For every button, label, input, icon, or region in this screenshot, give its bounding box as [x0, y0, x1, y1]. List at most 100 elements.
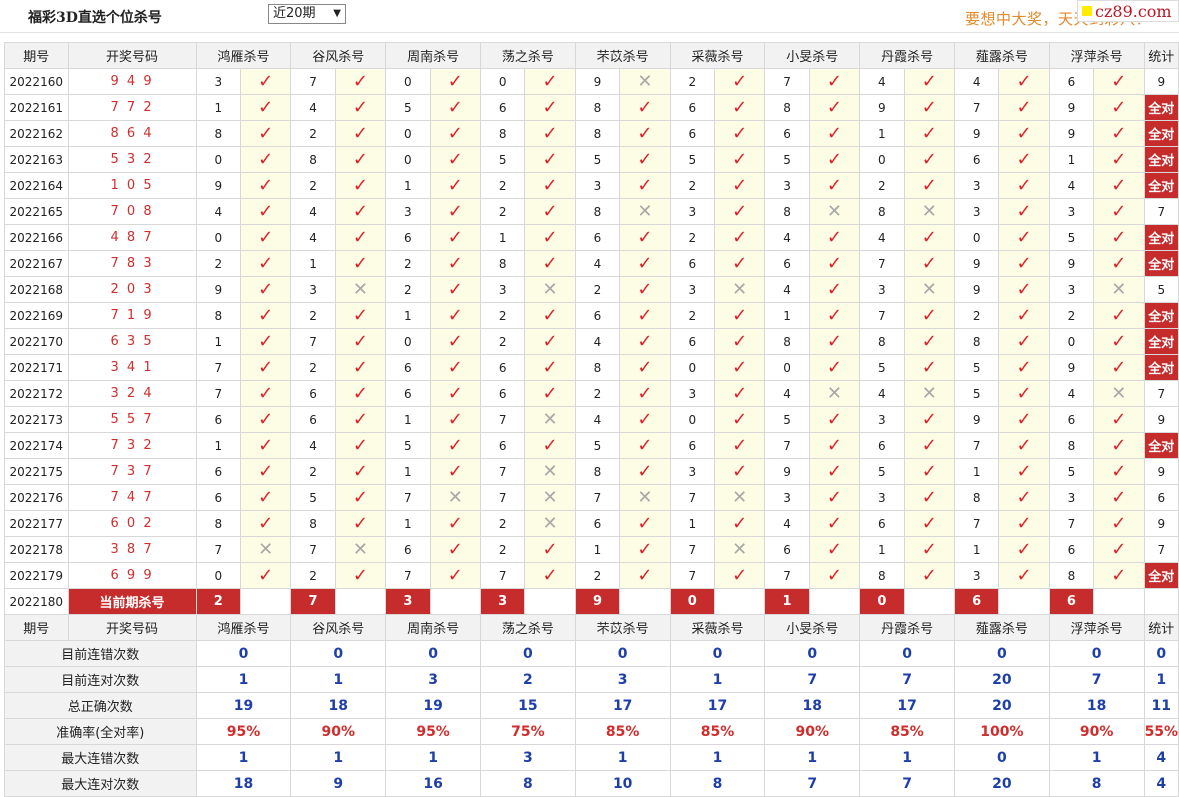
check-icon: ✓: [808, 120, 861, 147]
header-expert: 浮萍杀号: [1048, 614, 1145, 641]
check-icon: ✓: [239, 380, 292, 407]
kill-number-cell: 3: [479, 276, 526, 303]
header-expert: 采薇杀号: [669, 42, 766, 69]
kill-number-cell: 9: [953, 120, 1000, 147]
check-icon: ✓: [903, 510, 955, 537]
table-row: 2022178 3 8 7 7 ✕ 7 ✕ 6 ✓ 2 ✓ 1 ✓ 7 ✕ 6 ✓ 1 ✓ 1 ✓ 6 ✓ 7: [4, 536, 1179, 563]
check-icon: ✓: [808, 510, 861, 537]
summary-row: 最大连对次数 18 9 16 8 10 8 7 7 20 8 4: [4, 770, 1179, 797]
draw-number-cell: 6 3 5: [67, 328, 197, 355]
header-expert: 芣苡杀号: [574, 614, 671, 641]
site-logo[interactable]: cz89.com: [1077, 0, 1179, 22]
check-icon: ✓: [998, 562, 1050, 589]
all-correct-badge: 全对: [1143, 354, 1179, 381]
check-icon: ✓: [619, 432, 671, 459]
check-icon: ✓: [239, 562, 292, 589]
kill-number-cell: 6: [1048, 536, 1095, 563]
kill-number-cell: 6: [195, 458, 241, 485]
stat-cell: 6: [1143, 484, 1179, 511]
check-icon: ✓: [903, 484, 955, 511]
draw-number-cell: 3 4 1: [67, 354, 197, 381]
kill-number-cell: 6: [385, 536, 431, 563]
check-icon: ✓: [998, 198, 1050, 225]
summary-value: 20: [953, 666, 1050, 693]
check-icon: ✓: [1093, 536, 1145, 563]
summary-value: 3: [479, 744, 576, 771]
kill-number-cell: 7: [479, 458, 526, 485]
check-icon: ✓: [903, 328, 955, 355]
check-icon: ✓: [429, 302, 481, 329]
kill-number-cell: 8: [195, 302, 241, 329]
period-select[interactable]: 近20期 ▼: [268, 4, 346, 24]
period-cell: 2022168: [4, 276, 69, 303]
current-kill-number: 6: [953, 588, 1000, 615]
header-stats: 统计: [1143, 42, 1179, 69]
stat-cell: 7: [1143, 198, 1179, 225]
top-bar: 福彩3D直选个位杀号 近20期 ▼ 要想中大奖，天天到彩八！ cz89.com: [0, 0, 1179, 33]
kill-number-cell: 7: [764, 68, 810, 95]
check-icon: ✓: [429, 380, 481, 407]
check-icon: ✓: [903, 406, 955, 433]
check-icon: ✓: [1093, 354, 1145, 381]
empty-cell: [1093, 588, 1145, 615]
kill-number-cell: 7: [479, 484, 526, 511]
check-icon: ✓: [429, 354, 481, 381]
kill-number-cell: 2: [669, 172, 715, 199]
kill-number-cell: 2: [290, 120, 336, 147]
kill-number-cell: 0: [479, 68, 526, 95]
kill-number-cell: 6: [669, 120, 715, 147]
cross-icon: ✕: [619, 484, 671, 511]
check-icon: ✓: [1093, 68, 1145, 95]
check-icon: ✓: [713, 172, 766, 199]
table-row: 2022166 4 8 7 0 ✓ 4 ✓ 6 ✓ 1 ✓ 6 ✓ 2 ✓ 4 ✓ 4 ✓ 0 ✓ 5 ✓ 全对: [4, 224, 1179, 251]
kill-number-cell: 0: [953, 224, 1000, 251]
draw-number-cell: 2 0 3: [67, 276, 197, 303]
period-cell: 2022165: [4, 198, 69, 225]
check-icon: ✓: [808, 354, 861, 381]
check-icon: ✓: [619, 562, 671, 589]
check-icon: ✓: [524, 302, 576, 329]
kill-number-cell: 5: [953, 380, 1000, 407]
period-cell: 2022161: [4, 94, 69, 121]
kill-number-cell: 2: [290, 302, 336, 329]
summary-value: 18: [1048, 692, 1145, 719]
summary-value: 11: [1143, 692, 1179, 719]
check-icon: ✓: [619, 172, 671, 199]
kill-number-cell: 8: [290, 510, 336, 537]
kill-number-cell: 1: [385, 406, 431, 433]
check-icon: ✓: [808, 68, 861, 95]
check-icon: ✓: [998, 276, 1050, 303]
draw-number-cell: 7 3 7: [67, 458, 197, 485]
header-expert: 鸿雁杀号: [195, 614, 292, 641]
draw-number-cell: 4 8 7: [67, 224, 197, 251]
kill-number-cell: 8: [1048, 562, 1095, 589]
stat-cell: 5: [1143, 276, 1179, 303]
cross-icon: ✕: [524, 458, 576, 485]
check-icon: ✓: [524, 198, 576, 225]
kill-number-cell: 7: [479, 562, 526, 589]
kill-number-cell: 3: [1048, 276, 1095, 303]
check-icon: ✓: [808, 146, 861, 173]
check-icon: ✓: [1093, 172, 1145, 199]
table-row: 2022169 7 1 9 8 ✓ 2 ✓ 1 ✓ 2 ✓ 6 ✓ 2 ✓ 1 ✓ 7 ✓ 2 ✓ 2 ✓ 全对: [4, 302, 1179, 329]
period-cell: 2022180: [4, 588, 69, 615]
kill-number-cell: 3: [385, 198, 431, 225]
summary-value: 1: [385, 744, 481, 771]
kill-number-cell: 3: [953, 562, 1000, 589]
kill-number-cell: 0: [385, 120, 431, 147]
check-icon: ✓: [619, 302, 671, 329]
header-expert: 周南杀号: [385, 42, 481, 69]
summary-value: 4: [1143, 744, 1179, 771]
check-icon: ✓: [998, 328, 1050, 355]
kill-number-cell: 1: [290, 250, 336, 277]
kill-number-cell: 8: [859, 328, 905, 355]
summary-value: 100%: [953, 718, 1050, 745]
current-label: 当前期杀号: [67, 588, 197, 615]
summary-value: 85%: [669, 718, 766, 745]
period-select-value: 近20期: [273, 6, 316, 21]
kill-number-cell: 6: [764, 250, 810, 277]
cross-icon: ✕: [334, 536, 387, 563]
draw-number-cell: 8 6 4: [67, 120, 197, 147]
kill-number-cell: 4: [574, 406, 621, 433]
kill-number-cell: 6: [1048, 68, 1095, 95]
